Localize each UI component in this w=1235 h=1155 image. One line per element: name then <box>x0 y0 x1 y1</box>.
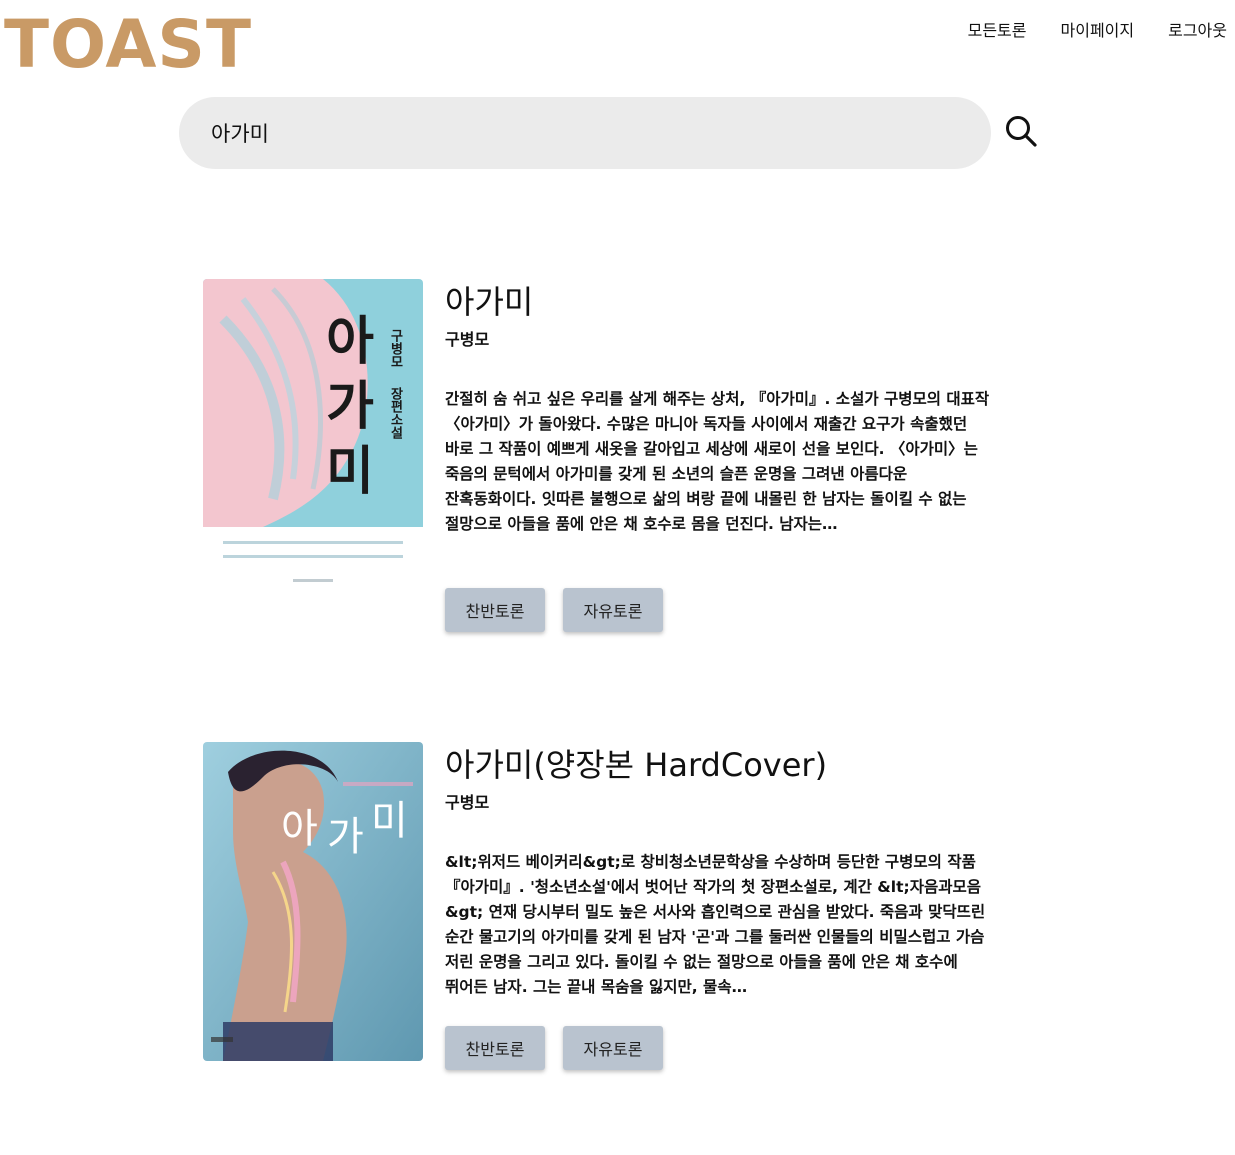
search-input[interactable] <box>211 97 951 169</box>
book-description: 간절히 숨 쉬고 싶은 우리를 살게 해주는 상처, 『아가미』. 소설가 구병… <box>445 390 990 533</box>
cover-char-1: 아 <box>326 311 374 372</box>
top-nav: 모든토론 마이페이지 로그아웃 <box>968 20 1227 42</box>
search-bar <box>179 97 991 169</box>
brand-logo[interactable]: TOAST <box>4 12 252 78</box>
cover-author-vertical: 구병모 <box>388 329 403 368</box>
cover-char-3: 미 <box>326 441 374 502</box>
debate-buttons: 찬반토론 자유토론 <box>445 1026 663 1070</box>
book-author: 구병모 <box>445 330 490 349</box>
debate-buttons: 찬반토론 자유토론 <box>445 588 663 632</box>
pros-cons-debate-button[interactable]: 찬반토론 <box>445 588 545 632</box>
result-info: 아가미 구병모 간절히 숨 쉬고 싶은 우리를 살게 해주는 상처, 『아가미』… <box>445 279 993 562</box>
cover-char-2: 가 <box>326 376 374 437</box>
book-title[interactable]: 아가미(양장본 HardCover) <box>445 742 993 788</box>
book-author: 구병모 <box>445 793 490 812</box>
free-debate-button[interactable]: 자유토론 <box>563 1026 663 1070</box>
cover-subtitle-vertical: 장편소설 <box>388 386 403 440</box>
nav-my-page[interactable]: 마이페이지 <box>1061 20 1135 42</box>
book-cover[interactable]: 아 가 미 구병모 장편소설 <box>203 279 423 598</box>
cover-char-3: 미 <box>371 798 408 844</box>
nav-all-debates[interactable]: 모든토론 <box>968 20 1027 42</box>
book-description: &lt;위저드 베이커리&gt;로 창비청소년문학상을 수상하며 등단한 구병모… <box>445 853 986 996</box>
nav-logout[interactable]: 로그아웃 <box>1168 20 1227 42</box>
book-cover[interactable]: 아 가 미 <box>203 742 423 1061</box>
free-debate-button[interactable]: 자유토론 <box>563 588 663 632</box>
cover-char-1: 아 <box>281 806 318 852</box>
cover-char-2: 가 <box>327 814 364 860</box>
result-info: 아가미(양장본 HardCover) 구병모 &lt;위저드 베이커리&gt;로… <box>445 742 993 1000</box>
cover-image-1: 아 가 미 구병모 장편소설 <box>203 279 423 598</box>
search-button[interactable] <box>1003 113 1039 149</box>
search-icon <box>1006 116 1037 147</box>
cover-image-2: 아 가 미 <box>203 742 423 1061</box>
pros-cons-debate-button[interactable]: 찬반토론 <box>445 1026 545 1070</box>
book-title[interactable]: 아가미 <box>445 279 993 325</box>
